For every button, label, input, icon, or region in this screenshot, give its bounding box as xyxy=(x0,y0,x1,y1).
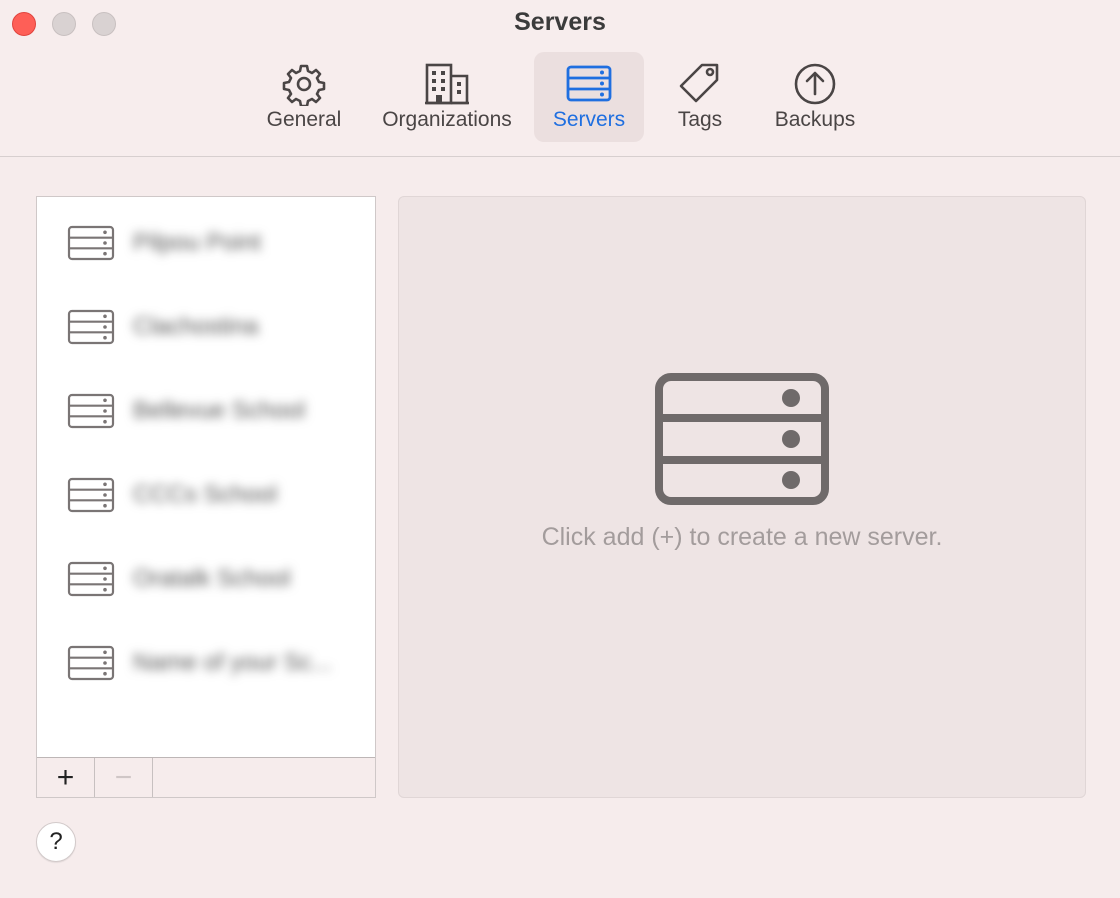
server-icon xyxy=(566,65,612,102)
server-icon xyxy=(67,225,115,261)
server-row[interactable]: Oratalk School xyxy=(37,549,375,609)
window-title: Servers xyxy=(514,8,606,36)
server-name: Oratalk School xyxy=(133,565,291,592)
server-icon xyxy=(67,309,115,345)
server-name: Bellevue School xyxy=(133,397,306,424)
empty-state-hint: Click add (+) to create a new server. xyxy=(541,523,943,551)
gear-icon xyxy=(282,64,326,106)
tab-general-label: General xyxy=(266,108,342,131)
toolbar: Servers General Organizations Servers Ta… xyxy=(0,0,1120,157)
server-row[interactable]: Clachostina xyxy=(37,297,375,357)
server-row[interactable]: Bellevue School xyxy=(37,381,375,441)
server-row[interactable]: Name of your Sc... xyxy=(37,633,375,693)
server-icon xyxy=(67,561,115,597)
help-button[interactable]: ? xyxy=(36,822,76,862)
tab-tags[interactable]: Tags xyxy=(660,52,740,142)
tab-general[interactable]: General xyxy=(256,52,352,142)
remove-server-button[interactable]: − xyxy=(95,758,153,797)
tab-servers-label: Servers xyxy=(552,108,626,131)
server-icon xyxy=(655,373,829,505)
tab-tags-label: Tags xyxy=(677,108,723,131)
list-action-bar: + − xyxy=(37,757,375,797)
server-row[interactable]: Pilpou Point xyxy=(37,213,375,273)
add-server-button[interactable]: + xyxy=(37,758,95,797)
server-name: Clachostina xyxy=(133,313,259,340)
tab-servers[interactable]: Servers xyxy=(534,52,644,142)
server-icon xyxy=(67,477,115,513)
server-name: Pilpou Point xyxy=(133,229,262,256)
server-row[interactable]: CCCs School xyxy=(37,465,375,525)
server-name: CCCs School xyxy=(133,481,278,508)
server-detail-pane: Click add (+) to create a new server. xyxy=(398,196,1086,798)
server-icon xyxy=(67,393,115,429)
tab-backups-label: Backups xyxy=(774,108,856,131)
building-icon xyxy=(425,63,469,105)
server-name: Name of your Sc... xyxy=(133,649,332,676)
tag-icon xyxy=(679,63,719,103)
tab-backups[interactable]: Backups xyxy=(762,52,868,142)
tab-organizations-label: Organizations xyxy=(382,108,512,131)
server-list: Pilpou Point Clachostina Bellevue School… xyxy=(36,196,376,798)
preferences-window: Servers General Organizations Servers Ta… xyxy=(0,0,1120,898)
upload-circle-icon xyxy=(794,63,836,105)
tab-organizations[interactable]: Organizations xyxy=(368,52,526,142)
server-icon xyxy=(67,645,115,681)
